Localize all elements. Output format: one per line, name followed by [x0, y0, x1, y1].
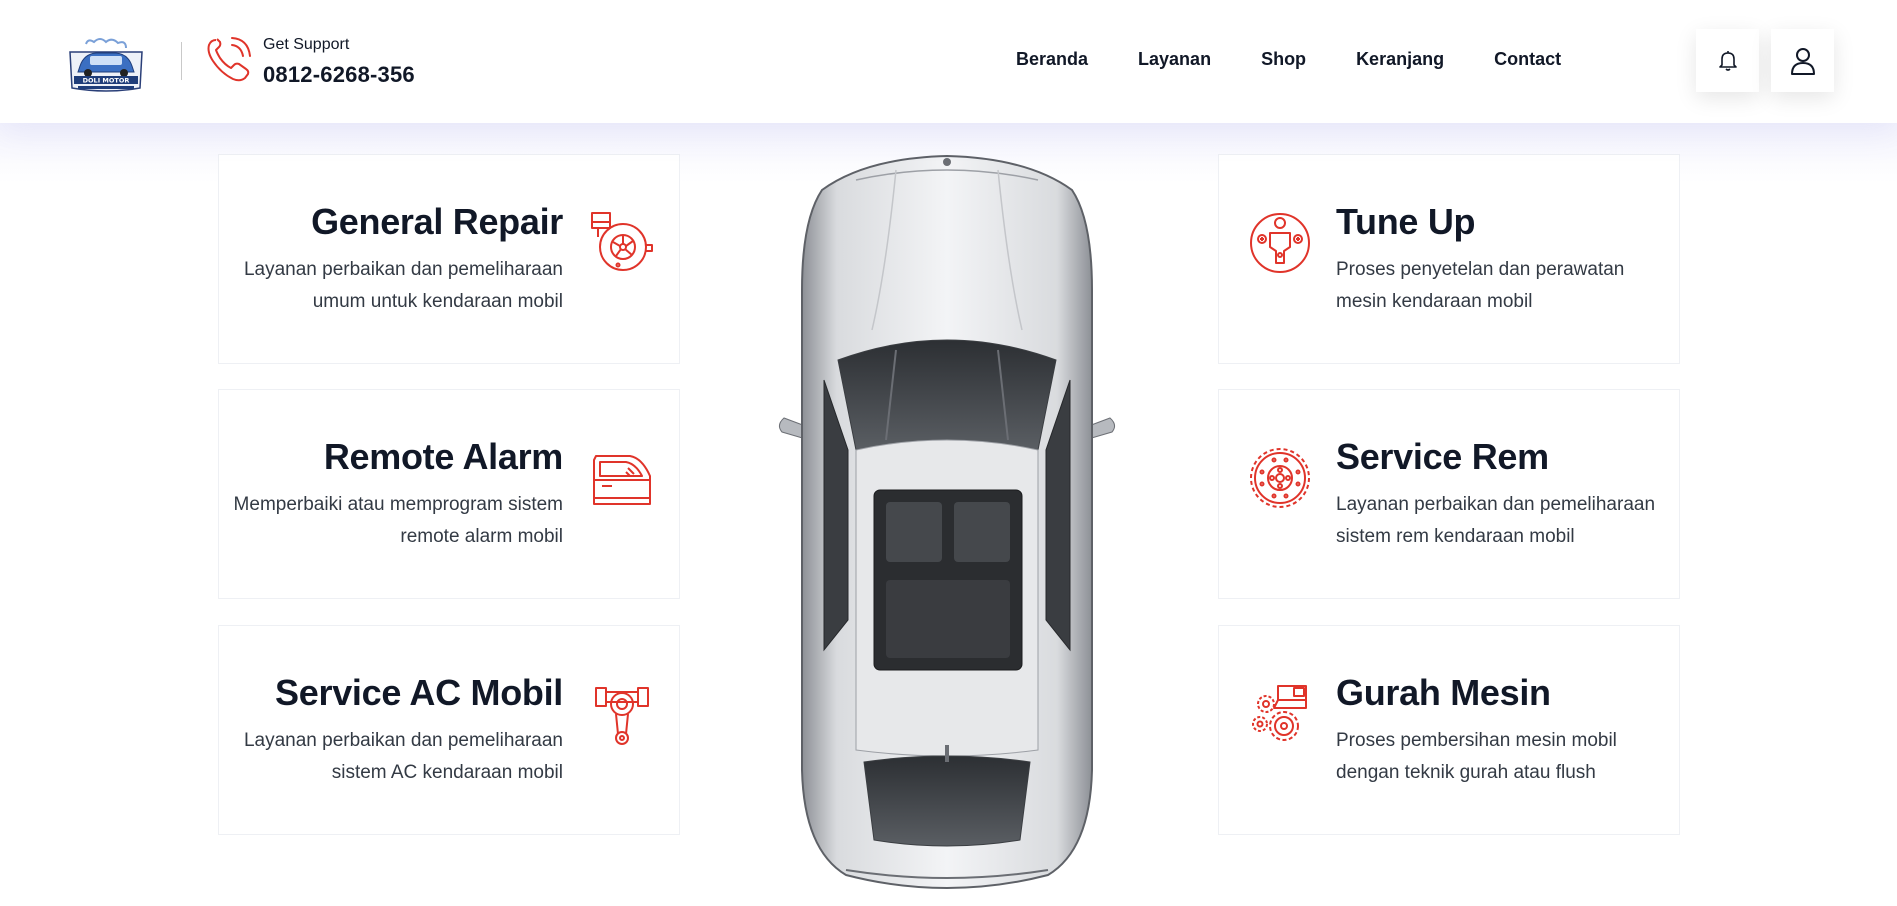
- service-title: Gurah Mesin: [1336, 672, 1551, 713]
- service-card-service-ac[interactable]: Service AC Mobil Layanan perbaikan dan p…: [218, 625, 680, 835]
- user-account-button[interactable]: [1771, 29, 1834, 92]
- service-description: Layanan perbaikan dan pemeliharaan siste…: [1336, 494, 1656, 547]
- service-card-general-repair[interactable]: General Repair Layanan perbaikan dan pem…: [218, 154, 680, 364]
- service-card-service-rem[interactable]: Service Rem Layanan perbaikan dan pemeli…: [1218, 389, 1680, 599]
- service-title: General Repair: [311, 201, 563, 242]
- bell-icon: [1718, 50, 1737, 71]
- service-description: Proses penyetelan dan perawatan mesin ke…: [1336, 259, 1625, 312]
- service-card-remote-alarm[interactable]: Remote Alarm Memperbaiki atau memprogram…: [218, 389, 680, 599]
- service-title: Service Rem: [1336, 436, 1549, 477]
- user-icon: [1790, 47, 1815, 75]
- service-card-gurah-mesin[interactable]: Gurah Mesin Proses pembersihan mesin mob…: [1218, 625, 1680, 835]
- notification-button[interactable]: [1696, 29, 1759, 92]
- engine-gears-icon: [1252, 685, 1307, 741]
- logo[interactable]: DOLI MOTOR: [66, 36, 146, 96]
- service-title: Tune Up: [1336, 201, 1476, 242]
- support-phone[interactable]: 0812-6268-356: [263, 62, 415, 88]
- brake-disc-icon: [1250, 448, 1310, 508]
- service-title: Remote Alarm: [323, 436, 563, 477]
- piston-icon: [595, 687, 649, 745]
- main-nav: Beranda Layanan Shop Keranjang Contact: [1016, 49, 1561, 70]
- logo-text: DOLI MOTOR: [83, 77, 130, 85]
- car-top-view-image: [778, 154, 1116, 890]
- turbo-icon: [591, 212, 653, 271]
- nav-item-layanan[interactable]: Layanan: [1138, 49, 1211, 70]
- phone-icon: [207, 37, 251, 82]
- site-header: DOLI MOTOR Get Support 0812-6268-356 Ber…: [0, 0, 1897, 123]
- car-door-icon: [593, 455, 651, 505]
- service-description: Layanan perbaikan dan pemeliharaan siste…: [243, 730, 563, 783]
- nav-item-keranjang[interactable]: Keranjang: [1356, 49, 1444, 70]
- nav-item-beranda[interactable]: Beranda: [1016, 49, 1088, 70]
- service-description: Memperbaiki atau memprogram sistem remot…: [233, 494, 563, 547]
- service-description: Layanan perbaikan dan pemeliharaan umum …: [243, 259, 563, 312]
- header-divider: [181, 42, 182, 80]
- service-card-tune-up[interactable]: Tune Up Proses penyetelan dan perawatan …: [1218, 154, 1680, 364]
- service-title: Service AC Mobil: [275, 672, 563, 713]
- nav-item-shop[interactable]: Shop: [1261, 49, 1306, 70]
- support-label: Get Support: [263, 36, 350, 53]
- nav-item-contact[interactable]: Contact: [1494, 49, 1561, 70]
- service-description: Proses pembersihan mesin mobil dengan te…: [1336, 730, 1617, 783]
- engine-gauge-icon: [1250, 213, 1310, 273]
